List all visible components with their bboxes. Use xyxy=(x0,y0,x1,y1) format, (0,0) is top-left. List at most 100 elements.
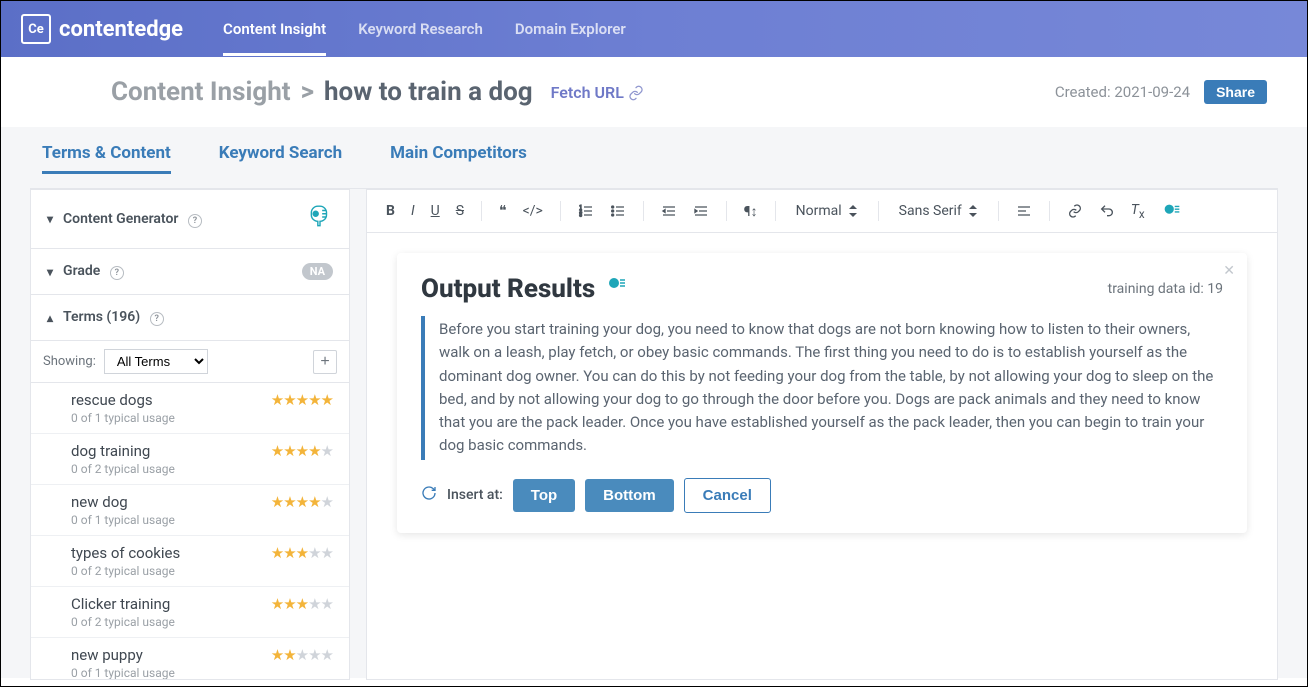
help-icon[interactable]: ? xyxy=(188,214,202,228)
ai-brain-icon xyxy=(307,204,333,234)
term-label: dog training xyxy=(71,442,150,460)
add-term-button[interactable]: + xyxy=(313,350,337,374)
page-header: Content Insight > how to train a dog Fet… xyxy=(1,57,1307,127)
terms-filter: Showing: All Terms + xyxy=(31,341,349,383)
svg-text:3: 3 xyxy=(579,212,582,218)
nav-content-insight[interactable]: Content Insight xyxy=(223,2,326,56)
term-row[interactable]: types of cookies ★★★★★ 0 of 2 typical us… xyxy=(31,536,349,587)
term-stars: ★★★★★ xyxy=(271,544,333,562)
insert-top-button[interactable]: Top xyxy=(513,479,575,512)
terms-list[interactable]: rescue dogs ★★★★★ 0 of 1 typical usage d… xyxy=(31,383,349,679)
indent-button[interactable] xyxy=(690,203,712,219)
term-stars: ★★★★★ xyxy=(271,391,333,409)
breadcrumb: Content Insight > how to train a dog Fet… xyxy=(111,77,644,107)
term-stars: ★★★★★ xyxy=(271,646,333,664)
fetch-url-link[interactable]: Fetch URL xyxy=(551,83,644,102)
term-label: rescue dogs xyxy=(71,391,153,409)
output-results-card: ✕ Output Results training data id: 19 Be… xyxy=(397,253,1247,533)
terms-filter-select[interactable]: All Terms xyxy=(104,349,208,374)
italic-button[interactable]: I xyxy=(408,203,418,219)
term-label: new dog xyxy=(71,493,128,511)
term-usage: 0 of 2 typical usage xyxy=(71,615,333,629)
nav-domain-explorer[interactable]: Domain Explorer xyxy=(515,2,626,56)
term-row[interactable]: Clicker training ★★★★★ 0 of 2 typical us… xyxy=(31,587,349,638)
sidebar-item-label: Content Generator ? xyxy=(63,211,307,228)
term-label: Clicker training xyxy=(71,595,170,613)
link-icon xyxy=(628,85,644,101)
output-meta: training data id: 19 xyxy=(1108,281,1223,297)
term-row[interactable]: new dog ★★★★★ 0 of 1 typical usage xyxy=(31,485,349,536)
term-stars: ★★★★★ xyxy=(271,595,333,613)
logo-icon: Ce xyxy=(21,14,51,44)
sidebar-terms[interactable]: ▴ Terms (196) ? xyxy=(31,295,349,341)
breadcrumb-section: Content Insight xyxy=(111,77,291,107)
caret-icon xyxy=(968,205,978,217)
term-stars: ★★★★★ xyxy=(271,442,333,460)
term-row[interactable]: new puppy ★★★★★ 0 of 1 typical usage xyxy=(31,638,349,679)
underline-button[interactable]: U xyxy=(428,203,443,219)
body: Terms & Content Keyword Search Main Comp… xyxy=(1,127,1307,678)
strike-button[interactable]: S xyxy=(453,203,467,219)
term-stars: ★★★★★ xyxy=(271,493,333,511)
text-direction-button[interactable]: ¶↕ xyxy=(741,203,761,220)
term-label: new puppy xyxy=(71,646,143,664)
font-select[interactable]: Sans Serif xyxy=(893,203,984,219)
help-icon[interactable]: ? xyxy=(150,312,164,326)
bold-button[interactable]: B xyxy=(383,203,398,219)
tab-terms-content[interactable]: Terms & Content xyxy=(42,143,171,174)
format-select[interactable]: Normal xyxy=(790,203,864,219)
term-row[interactable]: rescue dogs ★★★★★ 0 of 1 typical usage xyxy=(31,383,349,434)
align-button[interactable] xyxy=(1013,203,1035,219)
close-icon[interactable]: ✕ xyxy=(1223,263,1235,279)
term-usage: 0 of 1 typical usage xyxy=(71,513,333,527)
code-button[interactable]: </> xyxy=(520,203,546,219)
editor-panel: B I U S ❝ </> 123 xyxy=(366,189,1278,680)
refresh-icon[interactable] xyxy=(421,485,437,505)
top-nav: Content Insight Keyword Research Domain … xyxy=(223,2,626,56)
brand[interactable]: Ce contentedge xyxy=(21,14,183,44)
editor-toolbar: B I U S ❝ </> 123 xyxy=(367,190,1277,233)
tab-main-competitors[interactable]: Main Competitors xyxy=(390,143,527,174)
clear-format-button[interactable]: Tx xyxy=(1128,202,1148,221)
help-icon[interactable]: ? xyxy=(110,266,124,280)
chevron-down-icon: ▾ xyxy=(47,212,53,226)
term-row[interactable]: dog training ★★★★★ 0 of 2 typical usage xyxy=(31,434,349,485)
insert-controls: Insert at: Top Bottom Cancel xyxy=(421,478,1223,513)
sidebar: ▾ Content Generator ? ▾ Grade ? NA xyxy=(30,189,350,680)
section-tabs: Terms & Content Keyword Search Main Comp… xyxy=(30,127,1278,189)
caret-icon xyxy=(848,205,858,217)
nav-keyword-research[interactable]: Keyword Research xyxy=(358,2,483,56)
grade-badge: NA xyxy=(302,263,333,280)
sidebar-grade[interactable]: ▾ Grade ? NA xyxy=(31,249,349,295)
term-usage: 0 of 2 typical usage xyxy=(71,462,333,476)
ai-brain-icon xyxy=(605,273,629,304)
outdent-button[interactable] xyxy=(658,203,680,219)
top-bar: Ce contentedge Content Insight Keyword R… xyxy=(1,1,1307,57)
breadcrumb-query: how to train a dog xyxy=(324,77,533,107)
ai-generate-button[interactable] xyxy=(1158,200,1186,222)
header-right: Created: 2021-09-24 Share xyxy=(1055,80,1267,104)
chevron-down-icon: ▾ xyxy=(47,265,53,279)
share-button[interactable]: Share xyxy=(1204,80,1267,104)
sidebar-content-generator[interactable]: ▾ Content Generator ? xyxy=(31,190,349,249)
brand-name: contentedge xyxy=(59,17,183,42)
unordered-list-button[interactable] xyxy=(607,203,629,219)
created-label: Created: 2021-09-24 xyxy=(1055,83,1190,101)
link-button[interactable] xyxy=(1064,203,1086,219)
term-usage: 0 of 1 typical usage xyxy=(71,666,333,679)
cancel-button[interactable]: Cancel xyxy=(684,478,771,513)
term-usage: 0 of 2 typical usage xyxy=(71,564,333,578)
insert-label: Insert at: xyxy=(447,487,503,503)
undo-button[interactable] xyxy=(1096,203,1118,219)
output-body: Before you start training your dog, you … xyxy=(421,316,1223,460)
insert-bottom-button[interactable]: Bottom xyxy=(585,479,674,512)
showing-label: Showing: xyxy=(43,354,96,369)
ordered-list-button[interactable]: 123 xyxy=(575,203,597,219)
sidebar-item-label: Grade ? xyxy=(63,263,302,280)
tab-keyword-search[interactable]: Keyword Search xyxy=(219,143,342,174)
chevron-up-icon: ▴ xyxy=(47,311,53,325)
breadcrumb-sep: > xyxy=(301,77,314,107)
output-title: Output Results xyxy=(421,273,629,304)
blockquote-button[interactable]: ❝ xyxy=(496,203,510,219)
sidebar-item-label: Terms (196) ? xyxy=(63,309,333,326)
